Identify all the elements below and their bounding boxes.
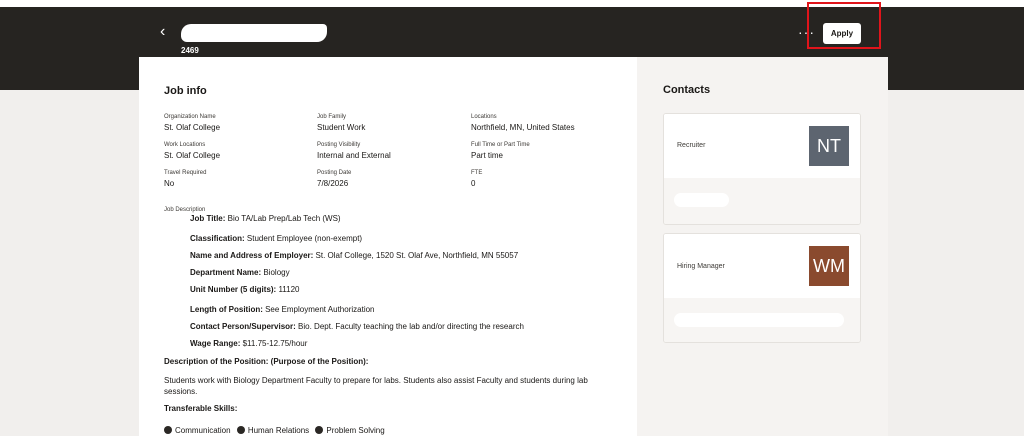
skills-heading: Transferable Skills: [164,404,238,413]
organization-name-value: St. Olaf College [164,123,221,132]
contact-card-header: Recruiter NT [664,114,860,178]
skill-item: Communication [175,426,231,435]
work-locations-label: Work Locations [164,142,206,148]
contact-role-label: Hiring Manager [677,263,725,270]
organization-name-label: Organization Name [164,114,216,120]
job-info-card: Job info Organization Name St. Olaf Coll… [139,57,637,436]
jd-wage-range: Wage Range: $11.75-12.75/hour [190,339,308,348]
fte-label: FTE [471,170,483,176]
redacted-name-mark [674,193,729,207]
skill-item: Problem Solving [326,426,385,435]
contact-card-footer [664,298,860,342]
jd-unit-number: Unit Number (5 digits): 11120 [190,285,300,294]
jd-classification: Classification: Student Employee (non-ex… [190,234,363,243]
bullet-icon [236,426,245,434]
skills-list: Communication Human Relations Problem So… [164,426,389,435]
bullet-icon [315,426,324,434]
more-actions-icon[interactable]: ··· [798,25,815,39]
bullet-icon [164,426,172,434]
avatar: WM [809,246,849,286]
locations-label: Locations [471,114,497,120]
jd-contact-supervisor: Contact Person/Supervisor: Bio. Dept. Fa… [190,322,524,331]
redacted-title-mark [181,24,327,42]
job-family-label: Job Family [317,114,347,120]
fte-value: 0 [471,179,476,188]
back-chevron-icon[interactable]: ‹ [160,24,174,40]
contact-card-hiring-manager[interactable]: Hiring Manager WM [663,233,861,343]
posting-date-value: 7/8/2026 [317,179,349,188]
jd-length-of-position: Length of Position: See Employment Autho… [190,305,375,314]
skill-item: Human Relations [247,426,310,435]
jd-employer-address: Name and Address of Employer: St. Olaf C… [190,251,519,260]
posting-date-label: Posting Date [317,170,352,176]
jd-job-title: Job Title: Bio TA/Lab Prep/Lab Tech (WS) [190,214,341,223]
job-family-value: Student Work [317,123,366,132]
description-text: Students work with Biology Department Fa… [164,376,588,396]
work-locations-value: St. Olaf College [164,151,221,160]
full-part-time-value: Part time [471,151,504,160]
requisition-id: 2469 [181,46,199,55]
avatar: NT [809,126,849,166]
redacted-name-mark [674,313,844,327]
jd-department: Department Name: Biology [190,268,290,277]
apply-button[interactable]: Apply [823,23,861,44]
job-info-heading: Job info [164,85,207,97]
locations-value: Northfield, MN, United States [471,123,575,132]
contact-card-header: Hiring Manager WM [664,234,860,298]
posting-visibility-value: Internal and External [317,151,391,160]
posting-visibility-label: Posting Visibility [317,142,361,148]
contact-card-recruiter[interactable]: Recruiter NT [663,113,861,225]
contact-card-footer [664,178,860,224]
travel-required-label: Travel Required [164,170,207,176]
travel-required-value: No [164,179,175,188]
job-description-label: Job Description [164,207,206,213]
browser-top-strip [0,0,1024,7]
description-heading: Description of the Position: (Purpose of… [164,357,369,366]
full-part-time-label: Full Time or Part Time [471,142,530,148]
contacts-heading: Contacts [663,84,711,96]
contact-role-label: Recruiter [677,142,706,149]
